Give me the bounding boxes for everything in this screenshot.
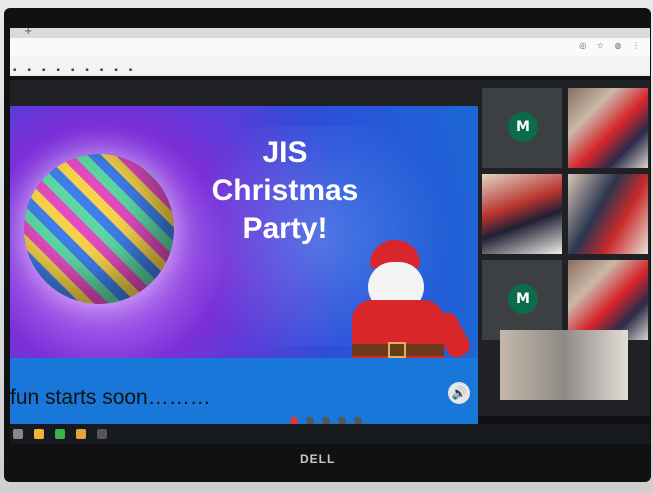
- disco-ball-image: [24, 154, 174, 304]
- tab-bar: +: [10, 26, 650, 38]
- participant-tile[interactable]: M: [482, 260, 562, 340]
- slide-title: JIS Christmas Party!: [180, 134, 390, 248]
- avatar: M: [508, 284, 538, 314]
- meeting-controls: [290, 410, 370, 444]
- browser-chrome: + ◎ ☆ ◍ ⋮ ▪ ▪ ▪ ▪ ▪ ▪ ▪ ▪ ▪: [10, 26, 650, 76]
- participant-tile[interactable]: M: [482, 88, 562, 168]
- app-icon[interactable]: [97, 429, 108, 439]
- participant-video-tile[interactable]: [568, 260, 648, 340]
- bookmark-item[interactable]: ▪: [114, 67, 117, 73]
- dell-logo: DELL: [300, 452, 336, 466]
- speaker-icon[interactable]: 🔊: [448, 382, 470, 404]
- bookmark-item[interactable]: ▪: [56, 67, 59, 73]
- photo-background: + ◎ ☆ ◍ ⋮ ▪ ▪ ▪ ▪ ▪ ▪ ▪ ▪ ▪ JIS Christma…: [0, 0, 653, 493]
- address-bar[interactable]: ◎ ☆ ◍ ⋮: [10, 38, 650, 57]
- browser-toolbar-icons[interactable]: ◎ ☆ ◍ ⋮: [579, 41, 644, 50]
- bookmark-item[interactable]: ▪: [13, 67, 16, 73]
- slide-footer: fun starts soon……… 🔊: [10, 358, 478, 424]
- santa-buckle: [388, 342, 406, 358]
- participant-video-tile[interactable]: [482, 174, 562, 254]
- slide-footer-text: fun starts soon………: [10, 386, 211, 409]
- meeting-stage: JIS Christmas Party! fun starts soon……… …: [10, 80, 650, 444]
- bookmark-item[interactable]: ▪: [85, 67, 88, 73]
- participant-video-tile[interactable]: [568, 88, 648, 168]
- new-tab-icon[interactable]: +: [24, 26, 32, 37]
- start-icon[interactable]: [13, 429, 23, 439]
- bookmark-item[interactable]: ▪: [71, 67, 74, 73]
- bookmark-item[interactable]: ▪: [129, 67, 132, 73]
- app-icon[interactable]: [55, 429, 66, 439]
- folder-icon[interactable]: [76, 429, 87, 439]
- bookmark-item[interactable]: ▪: [27, 67, 30, 73]
- taskbar: [10, 424, 650, 444]
- avatar: M: [508, 112, 538, 142]
- title-line: Christmas: [211, 174, 359, 207]
- presentation-slide: JIS Christmas Party! fun starts soon……… …: [10, 106, 478, 424]
- title-line: JIS: [262, 136, 308, 169]
- chrome-icon[interactable]: [34, 429, 45, 439]
- bookmarks-bar: ▪ ▪ ▪ ▪ ▪ ▪ ▪ ▪ ▪: [10, 56, 650, 74]
- self-view-tile[interactable]: [500, 330, 628, 400]
- participant-video-tile[interactable]: [568, 174, 648, 254]
- bookmark-item[interactable]: ▪: [100, 67, 103, 73]
- bookmark-item[interactable]: ▪: [42, 67, 45, 73]
